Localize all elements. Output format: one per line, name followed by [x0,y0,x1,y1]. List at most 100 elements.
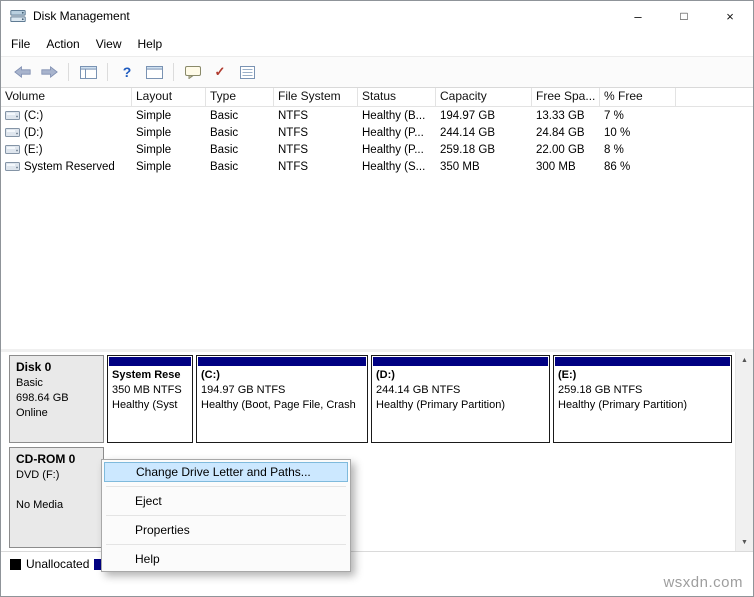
maximize-button[interactable]: □ [661,1,707,31]
volume-name: (E:) [24,143,43,156]
cell-volume: System Reserved [1,161,132,173]
partition-text: (C:) 194.97 GB NTFS Healthy (Boot, Page … [197,367,367,414]
disk0-info[interactable]: Disk 0 Basic 698.64 GB Online [9,355,104,443]
cell-pct-free: 7 % [604,109,624,122]
column-free-space[interactable]: Free Spa... [532,88,600,106]
table-row-system-reserved[interactable]: System Reserved Simple Basic NTFS Health… [1,158,753,175]
column-volume[interactable]: Volume [1,88,132,106]
partition-d[interactable]: (D:) 244.14 GB NTFS Healthy (Primary Par… [371,355,550,443]
column-type[interactable]: Type [206,88,274,106]
drive-icon [5,110,20,121]
partition-title: (C:) [201,369,220,381]
disk0-partitions: System Rese 350 MB NTFS Healthy (Syst (C… [107,355,732,443]
partition-color-bar [555,357,730,366]
close-button[interactable]: × [707,1,753,31]
console-window-icon[interactable] [143,61,165,83]
back-arrow-icon[interactable] [11,61,33,83]
unallocated-swatch [10,558,21,570]
menu-item-help[interactable]: Help [104,549,348,569]
cell-volume: (C:) [1,110,132,122]
cell-type: Basic [210,109,239,122]
partition-status: Healthy (Syst [112,399,178,411]
help-icon[interactable]: ? [116,61,138,83]
volume-table-body: (C:) Simple Basic NTFS Healthy (B... 194… [1,107,753,349]
cell-status: Healthy (P... [362,143,424,156]
partition-color-bar [373,357,548,366]
drive-icon [5,144,20,155]
table-row-e[interactable]: (E:) Simple Basic NTFS Healthy (P... 259… [1,141,753,158]
disk-management-app-icon [10,8,26,24]
table-row-d[interactable]: (D:) Simple Basic NTFS Healthy (P... 244… [1,124,753,141]
table-row-c[interactable]: (C:) Simple Basic NTFS Healthy (B... 194… [1,107,753,124]
volume-name: System Reserved [24,160,115,173]
cell-file-system: NTFS [278,143,309,156]
partition-status: Healthy (Primary Partition) [376,399,505,411]
cell-pct-free: 86 % [604,160,631,173]
menu-separator [106,515,346,516]
menubar: File Action View Help [1,31,753,56]
column-pct-free[interactable]: % Free [600,88,676,106]
scroll-down-icon[interactable]: ▼ [736,534,753,551]
column-filler [676,88,753,106]
column-capacity[interactable]: Capacity [436,88,532,106]
menu-item-eject[interactable]: Eject [104,491,348,511]
cell-capacity: 259.18 GB [440,143,495,156]
toolbar-separator [107,63,108,81]
console-tree-icon[interactable] [77,61,99,83]
cdrom0-media: No Media [16,499,64,511]
menu-file[interactable]: File [11,34,38,54]
forward-arrow-icon[interactable] [38,61,60,83]
partition-status: Healthy (Boot, Page File, Crash [201,399,356,411]
column-status[interactable]: Status [358,88,436,106]
volume-name: (D:) [24,126,44,139]
cell-status: Healthy (S... [362,160,426,173]
drive-icon [5,127,20,138]
titlebar[interactable]: Disk Management – □ × [1,1,753,31]
menu-help[interactable]: Help [130,34,171,54]
partition-system-reserved[interactable]: System Rese 350 MB NTFS Healthy (Syst [107,355,193,443]
cell-file-system: NTFS [278,109,309,122]
disk0-kind: Basic [16,377,43,389]
partition-text: (D:) 244.14 GB NTFS Healthy (Primary Par… [372,367,549,414]
report-list-icon[interactable] [236,61,258,83]
partition-size: 259.18 GB NTFS [558,384,643,396]
drive-icon [5,161,20,172]
popup-menu-icon[interactable] [182,61,204,83]
partition-title: System Rese [112,369,181,381]
cell-file-system: NTFS [278,126,309,139]
menu-action[interactable]: Action [38,34,87,54]
partition-e[interactable]: (E:) 259.18 GB NTFS Healthy (Primary Par… [553,355,732,443]
cell-free-space: 24.84 GB [536,126,585,139]
column-layout[interactable]: Layout [132,88,206,106]
action-check-icon[interactable]: ✓ [209,61,231,83]
disk0-name: Disk 0 [16,360,52,374]
scroll-up-icon[interactable]: ▲ [736,352,753,369]
cdrom0-name: CD-ROM 0 [16,452,76,466]
bottom-strip: wsxdn.com [1,574,753,596]
context-menu: Change Drive Letter and Paths... Eject P… [101,459,351,572]
menu-item-properties[interactable]: Properties [104,520,348,540]
minimize-button[interactable]: – [615,1,661,31]
cell-layout: Simple [136,160,172,173]
partition-color-bar [109,357,191,366]
cell-file-system: NTFS [278,160,309,173]
disk-management-window: Disk Management – □ × File Action View H… [0,0,754,597]
cell-pct-free: 10 % [604,126,631,139]
column-file-system[interactable]: File System [274,88,358,106]
partition-title: (E:) [558,369,577,381]
partition-c[interactable]: (C:) 194.97 GB NTFS Healthy (Boot, Page … [196,355,368,443]
cell-status: Healthy (B... [362,109,426,122]
cell-type: Basic [210,160,239,173]
partition-color-bar [198,357,366,366]
scroll-track[interactable] [736,369,753,534]
cdrom0-info[interactable]: CD-ROM 0 DVD (F:) No Media [9,447,104,548]
volume-name: (C:) [24,109,44,122]
partition-title: (D:) [376,369,395,381]
cell-layout: Simple [136,109,172,122]
vertical-scrollbar[interactable]: ▲ ▼ [735,352,753,551]
partition-size: 194.97 GB NTFS [201,384,286,396]
disk0-size: 698.64 GB [16,392,69,404]
menu-item-change-drive-letter[interactable]: Change Drive Letter and Paths... [104,462,348,482]
menu-view[interactable]: View [88,34,130,54]
partition-status: Healthy (Primary Partition) [558,399,687,411]
